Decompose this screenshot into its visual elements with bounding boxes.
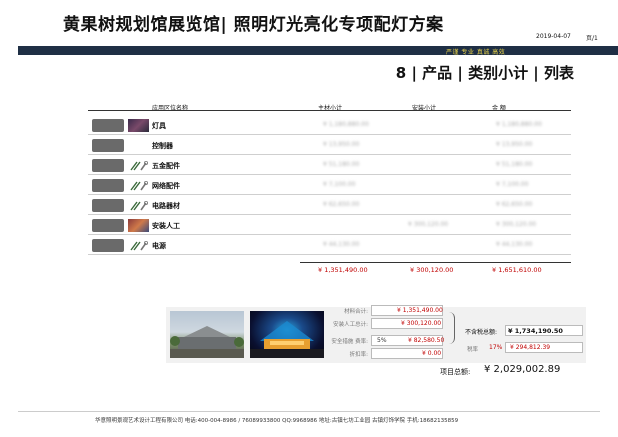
row-amount: ¥ 1,180,880.00 bbox=[496, 121, 542, 128]
pretax-total-label: 不含税总额: bbox=[465, 329, 498, 336]
section-title: 8 | 产品 | 类别小计 | 列表 bbox=[395, 64, 574, 82]
row-tag bbox=[92, 199, 124, 212]
row-name: 安装人工 bbox=[152, 222, 180, 230]
tax-label: 税率 bbox=[467, 347, 479, 353]
row-amount: ¥ 300,120.00 bbox=[496, 221, 537, 228]
tools-icon bbox=[130, 241, 148, 251]
total-material: ¥ 1,351,490.00 bbox=[318, 266, 368, 274]
row-material: ¥ 13,950.00 bbox=[323, 141, 360, 148]
row-amount: ¥ 7,100.00 bbox=[496, 181, 529, 188]
grand-total-value: ¥ 2,029,002.89 bbox=[484, 364, 561, 375]
labor-total-value: ¥ 300,120.00 bbox=[401, 320, 442, 327]
table-row: 电路器材 ¥ 62,650.00 ¥ 62,650.00 bbox=[88, 196, 571, 215]
material-total-label: 材料合计: bbox=[344, 309, 368, 315]
row-amount: ¥ 51,180.00 bbox=[496, 161, 533, 168]
row-amount: ¥ 44,130.00 bbox=[496, 241, 533, 248]
tax-rate: 17% bbox=[489, 344, 503, 351]
row-material: ¥ 62,650.00 bbox=[323, 201, 360, 208]
lamp-thumbnail bbox=[128, 119, 149, 132]
document-title: 黄果树规划馆展览馆| 照明灯光亮化专项配灯方案 bbox=[63, 15, 444, 35]
labor-total-field: ¥ 300,120.00 bbox=[371, 318, 443, 329]
discount-field: ¥ 0.00 bbox=[371, 348, 443, 359]
table-row: 五金配件 ¥ 51,180.00 ¥ 51,180.00 bbox=[88, 156, 571, 175]
discount-value: ¥ 0.00 bbox=[422, 350, 442, 357]
header-bar bbox=[18, 46, 618, 55]
workers-thumbnail bbox=[128, 219, 149, 232]
row-name: 五金配件 bbox=[152, 162, 180, 170]
document-date: 2019-04-07 bbox=[536, 33, 571, 40]
row-tag bbox=[92, 219, 124, 232]
row-tag bbox=[92, 159, 124, 172]
totals-divider bbox=[300, 262, 571, 263]
building-day-photo bbox=[170, 311, 244, 358]
tax-value: ¥ 294,812.39 bbox=[510, 344, 551, 351]
row-amount: ¥ 62,650.00 bbox=[496, 201, 533, 208]
table-row: 电源 ¥ 44,130.00 ¥ 44,130.00 bbox=[88, 236, 571, 255]
grand-total-label: 项目总额: bbox=[440, 368, 471, 376]
row-material: ¥ 51,180.00 bbox=[323, 161, 360, 168]
company-slogan: 严谨 专业 真诚 高效 bbox=[446, 49, 506, 56]
total-amount: ¥ 1,651,610.00 bbox=[492, 266, 542, 274]
header-divider bbox=[88, 110, 571, 111]
safety-fee-label: 安全措施 费率: bbox=[331, 339, 368, 345]
safety-fee-value: ¥ 82,580.50 bbox=[408, 337, 445, 344]
tools-icon bbox=[130, 181, 148, 191]
footer-divider bbox=[18, 411, 600, 412]
safety-fee-field: 5% ¥ 82,580.50 bbox=[371, 335, 445, 346]
tools-icon bbox=[130, 161, 148, 171]
pretax-total-field: ¥ 1,734,190.50 bbox=[505, 325, 583, 336]
row-install: ¥ 300,120.00 bbox=[408, 221, 449, 228]
material-total-value: ¥ 1,351,490.00 bbox=[397, 307, 443, 314]
labor-total-label: 安装人工总计: bbox=[333, 322, 368, 328]
tax-field: ¥ 294,812.39 bbox=[505, 342, 583, 353]
total-install: ¥ 300,120.00 bbox=[410, 266, 454, 274]
table-row: 控制器 ¥ 13,950.00 ¥ 13,950.00 bbox=[88, 136, 571, 155]
tools-icon bbox=[130, 201, 148, 211]
table-row: 网络配件 ¥ 7,100.00 ¥ 7,100.00 bbox=[88, 176, 571, 195]
material-total-field: ¥ 1,351,490.00 bbox=[371, 305, 443, 316]
pretax-total-value: ¥ 1,734,190.50 bbox=[508, 327, 563, 335]
subtotal-brace bbox=[444, 312, 455, 344]
building-night-photo bbox=[250, 311, 324, 358]
page-number: 页/1 bbox=[586, 35, 598, 42]
row-amount: ¥ 13,950.00 bbox=[496, 141, 533, 148]
row-name: 电路器材 bbox=[152, 202, 180, 210]
row-name: 网络配件 bbox=[152, 182, 180, 190]
row-material: ¥ 7,100.00 bbox=[323, 181, 356, 188]
row-material: ¥ 44,130.00 bbox=[323, 241, 360, 248]
table-row: 安装人工 ¥ 300,120.00 ¥ 300,120.00 bbox=[88, 216, 571, 235]
table-row: 灯具 ¥ 1,180,880.00 ¥ 1,180,880.00 bbox=[88, 116, 571, 135]
row-name: 控制器 bbox=[152, 142, 173, 150]
row-tag bbox=[92, 239, 124, 252]
safety-fee-rate: 5% bbox=[377, 337, 387, 344]
row-name: 电源 bbox=[152, 242, 166, 250]
row-tag bbox=[92, 139, 124, 152]
row-name: 灯具 bbox=[152, 122, 166, 130]
discount-label: 折扣率: bbox=[349, 352, 368, 358]
row-tag bbox=[92, 119, 124, 132]
row-tag bbox=[92, 179, 124, 192]
company-footer: 华意照明景观艺术设计工程有限公司 电话:400-004-8986 / 76089… bbox=[95, 418, 459, 424]
row-material: ¥ 1,180,880.00 bbox=[323, 121, 369, 128]
